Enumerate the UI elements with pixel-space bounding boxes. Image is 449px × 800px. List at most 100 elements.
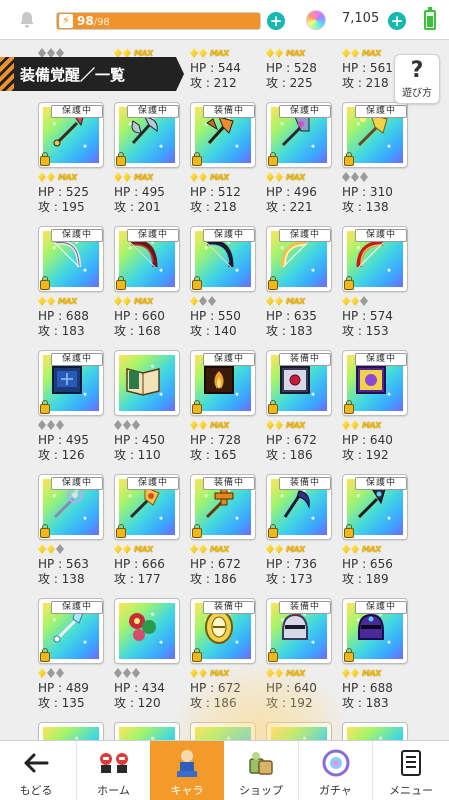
bell-icon[interactable]: [17, 10, 37, 30]
equipment-frame[interactable]: 保護中: [342, 350, 408, 416]
equipment-frame[interactable]: 保護中: [38, 350, 104, 416]
add-gem-button[interactable]: +: [388, 12, 406, 30]
equipment-frame[interactable]: [114, 350, 180, 416]
equipment-frame[interactable]: 装備中: [266, 350, 332, 416]
nav-chara[interactable]: キャラ: [150, 741, 224, 800]
equipment-frame[interactable]: 保護中: [342, 226, 408, 292]
equipment-frame[interactable]: 保護中: [38, 598, 104, 664]
rank-gem-icon: [342, 544, 350, 554]
rank-gems: [342, 171, 369, 183]
attack-stat: 攻 : 212: [190, 76, 237, 90]
rank-gem-icon: [132, 668, 140, 678]
equipment-card[interactable]: 保護中 HP : 563 攻 : 138: [38, 474, 104, 594]
equipment-card[interactable]: 装備中 MAX HP : 736 攻 : 173: [266, 474, 332, 594]
equipment-frame[interactable]: 保護中: [266, 102, 332, 168]
equipment-card[interactable]: 装備中 MAX HP : 512 攻 : 218: [190, 102, 256, 222]
equipment-frame[interactable]: 装備中: [190, 598, 256, 664]
equipment-card[interactable]: 保護中 MAX HP : 656 攻 : 189: [342, 474, 408, 594]
equipment-frame[interactable]: 保護中: [114, 102, 180, 168]
equipment-frame[interactable]: 保護中: [190, 350, 256, 416]
max-badge: MAX: [286, 668, 305, 678]
rank-gem-icon: [38, 172, 46, 182]
equipment-card[interactable]: 保護中 MAX HP : 666 攻 : 177: [114, 474, 180, 594]
equipment-frame[interactable]: [114, 722, 180, 740]
equipment-frame[interactable]: 装備中: [190, 102, 256, 168]
rank-gems: MAX: [38, 295, 77, 307]
equipment-card[interactable]: 装備中 MAX HP : 672 攻 : 186: [190, 474, 256, 594]
rank-gem-icon: [190, 296, 198, 306]
rarity-background: [347, 727, 403, 740]
equipment-card[interactable]: 保護中 MAX HP : 635 攻 : 183: [266, 226, 332, 346]
back-arrow-icon: [24, 753, 49, 773]
max-badge: MAX: [362, 668, 381, 678]
equipment-card-partial[interactable]: MAX HP : 544 攻 : 212: [190, 40, 256, 102]
equipment-card-partial[interactable]: [114, 722, 180, 740]
attack-stat: 攻 : 183: [266, 324, 313, 338]
equipment-card[interactable]: 保護中 MAX HP : 660 攻 : 168: [114, 226, 180, 346]
equipment-frame[interactable]: 保護中: [38, 102, 104, 168]
equipment-frame[interactable]: 保護中: [342, 474, 408, 540]
menu-list-icon: [401, 750, 421, 776]
equipment-frame[interactable]: [266, 722, 332, 740]
equipment-card[interactable]: 保護中 HP : 550 攻 : 140: [190, 226, 256, 346]
lock-icon: [192, 400, 202, 414]
rank-gem-icon: [266, 172, 274, 182]
equipment-frame[interactable]: 保護中: [114, 474, 180, 540]
equipment-frame[interactable]: 保護中: [342, 102, 408, 168]
equipment-frame[interactable]: 保護中: [266, 226, 332, 292]
equipment-card[interactable]: 保護中 MAX HP : 495 攻 : 201: [114, 102, 180, 222]
equipment-card[interactable]: 装備中 MAX HP : 640 攻 : 192: [266, 598, 332, 718]
equipment-card[interactable]: 保護中 MAX HP : 525 攻 : 195: [38, 102, 104, 222]
help-button[interactable]: ? 遊び方: [394, 54, 440, 104]
stamina-current: 98: [77, 14, 94, 28]
equipment-card-partial[interactable]: [266, 722, 332, 740]
attack-stat: 攻 : 183: [38, 324, 85, 338]
rank-gem-icon: [351, 296, 359, 306]
rank-gem-icon: [342, 420, 350, 430]
lock-icon: [116, 276, 126, 290]
equipment-card[interactable]: 保護中 MAX HP : 728 攻 : 165: [190, 350, 256, 470]
equipment-frame[interactable]: 装備中: [266, 598, 332, 664]
equipment-frame[interactable]: 保護中: [342, 598, 408, 664]
equipment-frame[interactable]: 保護中: [114, 226, 180, 292]
equipment-frame[interactable]: 保護中: [38, 474, 104, 540]
equipment-card[interactable]: 保護中 MAX HP : 688 攻 : 183: [342, 598, 408, 718]
equipment-frame[interactable]: [342, 722, 408, 740]
equipment-frame[interactable]: 装備中: [266, 474, 332, 540]
hp-stat: HP : 489: [38, 681, 89, 695]
equipment-card-partial[interactable]: MAX HP : 528 攻 : 225: [266, 40, 332, 102]
rank-gem-icon: [38, 48, 46, 58]
rank-gem-icon: [114, 420, 122, 430]
equipment-card-partial[interactable]: [342, 722, 408, 740]
equipment-card-partial[interactable]: [190, 722, 256, 740]
equipment-card[interactable]: HP : 434 攻 : 120: [114, 598, 180, 718]
equipment-frame[interactable]: [38, 722, 104, 740]
nav-menu[interactable]: メニュー: [372, 741, 449, 800]
equipment-frame[interactable]: [190, 722, 256, 740]
equipment-card-partial[interactable]: [38, 722, 104, 740]
protected-tag: 保護中: [355, 477, 407, 490]
equipment-card[interactable]: 保護中 MAX HP : 688 攻 : 183: [38, 226, 104, 346]
equipment-frame[interactable]: 保護中: [38, 226, 104, 292]
equipment-card[interactable]: 保護中 MAX HP : 496 攻 : 221: [266, 102, 332, 222]
equipment-card[interactable]: 装備中 MAX HP : 672 攻 : 186: [190, 598, 256, 718]
equipment-card[interactable]: HP : 450 攻 : 110: [114, 350, 180, 470]
add-stamina-button[interactable]: +: [267, 12, 285, 30]
equipment-card[interactable]: 保護中 HP : 489 攻 : 135: [38, 598, 104, 718]
max-badge: MAX: [58, 172, 77, 182]
home-label: ホーム: [97, 784, 130, 797]
nav-gacha[interactable]: ガチャ: [298, 741, 372, 800]
equipment-card[interactable]: 保護中 HP : 495 攻 : 126: [38, 350, 104, 470]
lock-icon: [344, 276, 354, 290]
equipment-frame[interactable]: 保護中: [190, 226, 256, 292]
equipment-card[interactable]: 保護中 MAX HP : 640 攻 : 192: [342, 350, 408, 470]
nav-home[interactable]: ホーム: [76, 741, 150, 800]
equipment-card[interactable]: 保護中 HP : 310 攻 : 138: [342, 102, 408, 222]
equipment-card[interactable]: 保護中 HP : 574 攻 : 153: [342, 226, 408, 346]
back-button[interactable]: もどる: [0, 741, 72, 800]
equipment-frame[interactable]: 装備中: [190, 474, 256, 540]
equipment-grid[interactable]: MAX MAX HP : 544 攻 : 212 MAX HP : 528 攻 : 225 M…: [0, 40, 449, 740]
nav-shop[interactable]: ショップ: [224, 741, 298, 800]
equipment-frame[interactable]: [114, 598, 180, 664]
equipment-card[interactable]: 装備中 MAX HP : 672 攻 : 186: [266, 350, 332, 470]
